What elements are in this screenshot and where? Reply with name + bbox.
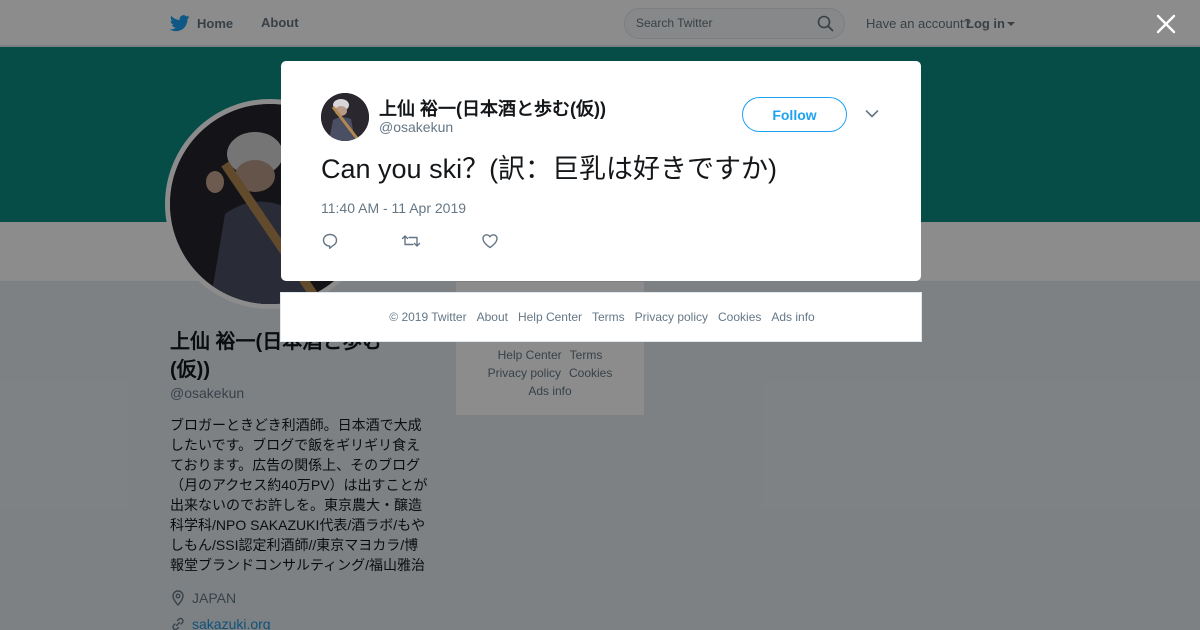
footer-links: © 2019 Twitter About Help Center Terms Priva… [281,310,923,324]
heart-icon [482,234,498,249]
tweet-actions [321,231,561,251]
reply-icon [322,233,338,249]
like-button[interactable] [481,231,561,251]
footer-privacy-link[interactable]: Privacy policy [635,310,708,324]
modal-footer-card: © 2019 Twitter About Help Center Terms Priva… [280,292,922,342]
close-icon[interactable] [1155,13,1177,35]
avatar-photo-icon [321,93,369,141]
tweet-author-avatar[interactable] [321,93,369,141]
retweet-icon [401,235,421,247]
footer-about-link[interactable]: About [477,310,508,324]
footer-help-center-link[interactable]: Help Center [518,310,582,324]
retweet-button[interactable] [401,231,481,251]
tweet-timestamp[interactable]: 11:40 AM - 11 Apr 2019 [321,200,466,216]
chevron-down-icon[interactable] [865,109,879,119]
reply-button[interactable] [321,231,401,251]
footer-ads-info-link[interactable]: Ads info [771,310,814,324]
tweet-author-name[interactable]: 上仙 裕一(日本酒と歩む(仮)) [379,95,606,121]
tweet-modal: 上仙 裕一(日本酒と歩む(仮)) @osakekun Follow Can yo… [281,61,921,281]
footer-copyright: © 2019 Twitter [389,310,467,324]
follow-button[interactable]: Follow [742,97,847,132]
footer-cookies-link[interactable]: Cookies [718,310,761,324]
tweet-author-handle[interactable]: @osakekun [379,119,453,135]
footer-terms-link[interactable]: Terms [592,310,625,324]
tweet-text: Can you ski？(訳：巨乳は好きですか) [321,154,778,184]
